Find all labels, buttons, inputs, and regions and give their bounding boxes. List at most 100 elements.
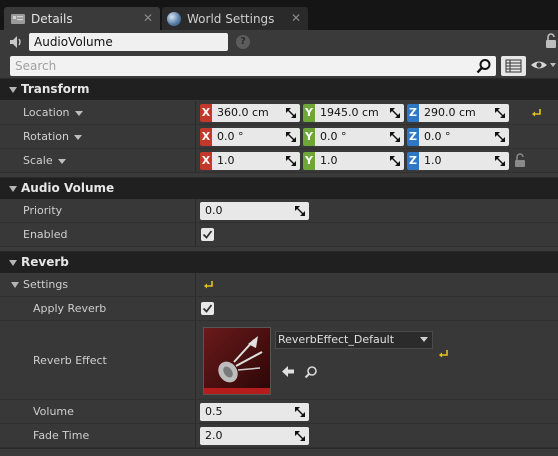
rotation-y-field[interactable]: 0.0 °: [315, 128, 404, 146]
property-label-priority: Priority: [23, 204, 63, 217]
location-z-field[interactable]: 290.0 cm: [419, 104, 509, 122]
details-panel: AudioVolume ? Search Transform Location …: [0, 30, 558, 456]
collapse-arrow-icon: [9, 186, 17, 192]
section-audio-volume[interactable]: Audio Volume: [0, 177, 558, 199]
reset-to-default-icon[interactable]: [532, 107, 542, 117]
tab-bar: Details ✕ World Settings ✕: [0, 0, 558, 30]
search-row: [0, 54, 558, 78]
column-divider[interactable]: [195, 149, 196, 172]
audio-volume-icon: [8, 34, 24, 50]
priority-field[interactable]: 0.0: [200, 202, 309, 220]
reverb-effect-combo[interactable]: ReverbEffect_Default: [275, 331, 433, 349]
reverb-effect-thumbnail-icon: [204, 328, 270, 394]
property-row-rotation: Rotation X 0.0 ° Y 0.0 ° Z 0.0 °: [0, 125, 558, 149]
rotation-x-field[interactable]: 0.0 °: [212, 128, 300, 146]
axis-y-label: Y: [303, 152, 315, 170]
property-label-rotation[interactable]: Rotation: [23, 130, 83, 143]
checkmark-icon: [202, 304, 213, 313]
column-divider[interactable]: [195, 125, 196, 148]
spin-arrows-icon: [286, 156, 296, 166]
rotation-z-field[interactable]: 0.0 °: [419, 128, 509, 146]
column-divider[interactable]: [195, 297, 196, 320]
scale-x-field[interactable]: 1.0: [212, 152, 300, 170]
axis-x-label: X: [200, 128, 212, 146]
lock-icon[interactable]: [514, 153, 526, 168]
property-label-settings: Settings: [23, 278, 69, 291]
reset-to-default-icon[interactable]: [204, 279, 214, 289]
panel-footer: [0, 448, 558, 456]
spin-arrows-icon: [390, 108, 400, 118]
eye-icon[interactable]: [530, 58, 556, 75]
axis-z-label: Z: [407, 104, 419, 122]
tab-details[interactable]: Details ✕: [4, 7, 160, 30]
section-title: Audio Volume: [21, 181, 115, 195]
property-row-volume: Volume 0.5: [0, 400, 558, 424]
search-box: [10, 56, 496, 76]
tab-world-settings-label: World Settings: [187, 11, 275, 26]
lock-icon[interactable]: [544, 33, 558, 52]
location-y-field[interactable]: 1945.0 cm: [315, 104, 404, 122]
grid-icon: [505, 59, 522, 73]
chevron-down-icon: [57, 158, 66, 164]
volume-field[interactable]: 0.5: [200, 403, 309, 421]
property-row-apply-reverb: Apply Reverb: [0, 297, 558, 321]
globe-icon: [167, 11, 181, 26]
collapse-arrow-icon: [9, 87, 17, 93]
axis-x-label: X: [200, 152, 212, 170]
spin-arrows-icon: [286, 132, 296, 142]
spin-arrows-icon: [286, 108, 296, 118]
column-divider[interactable]: [195, 223, 196, 246]
asset-thumbnail[interactable]: [203, 327, 271, 395]
close-icon[interactable]: ✕: [291, 11, 301, 25]
axis-y-label: Y: [303, 128, 315, 146]
property-row-settings: Settings: [0, 273, 558, 297]
section-reverb[interactable]: Reverb: [0, 251, 558, 273]
reset-to-default-icon[interactable]: [439, 348, 449, 358]
spin-arrows-icon: [295, 206, 305, 216]
help-icon[interactable]: ?: [236, 35, 250, 49]
spin-arrows-icon: [495, 132, 505, 142]
section-transform[interactable]: Transform: [0, 78, 558, 100]
axis-y-label: Y: [303, 104, 315, 122]
object-name-row: AudioVolume ?: [0, 30, 558, 54]
axis-z-label: Z: [407, 128, 419, 146]
axis-z-label: Z: [407, 152, 419, 170]
spin-arrows-icon: [390, 132, 400, 142]
fade-time-field[interactable]: 2.0: [200, 427, 309, 445]
property-label-apply-reverb: Apply Reverb: [33, 302, 107, 315]
property-row-priority: Priority 0.0: [0, 199, 558, 223]
tab-world-settings[interactable]: World Settings ✕: [162, 7, 308, 30]
column-divider[interactable]: [195, 400, 196, 423]
location-x-field[interactable]: 360.0 cm: [212, 104, 300, 122]
property-label-location[interactable]: Location: [23, 106, 83, 119]
spin-arrows-icon: [495, 108, 505, 118]
use-selected-arrow-icon[interactable]: [281, 365, 295, 378]
section-title: Reverb: [21, 255, 69, 269]
search-input[interactable]: [10, 56, 470, 76]
property-row-fade-time: Fade Time 2.0: [0, 424, 558, 448]
chevron-down-icon: [74, 110, 83, 116]
property-label-volume: Volume: [33, 405, 74, 418]
close-icon[interactable]: ✕: [143, 11, 153, 25]
column-divider[interactable]: [195, 424, 196, 447]
property-label-scale[interactable]: Scale: [23, 154, 66, 167]
scale-z-field[interactable]: 1.0: [419, 152, 509, 170]
property-matrix-button[interactable]: [501, 56, 526, 76]
collapse-arrow-icon[interactable]: [11, 282, 19, 288]
spin-arrows-icon: [295, 431, 305, 441]
column-divider[interactable]: [195, 101, 196, 124]
enabled-checkbox[interactable]: [201, 228, 214, 241]
column-divider[interactable]: [195, 273, 196, 296]
chevron-down-icon: [420, 337, 428, 342]
scale-y-field[interactable]: 1.0: [315, 152, 404, 170]
object-name-field[interactable]: AudioVolume: [29, 33, 228, 51]
apply-reverb-checkbox[interactable]: [201, 302, 214, 315]
property-label-reverb-effect: Reverb Effect: [33, 354, 107, 367]
property-label-fade-time: Fade Time: [33, 429, 90, 442]
property-label-enabled: Enabled: [23, 228, 68, 241]
column-divider[interactable]: [195, 199, 196, 222]
search-icon[interactable]: [476, 58, 492, 77]
browse-search-icon[interactable]: [304, 365, 318, 379]
column-divider[interactable]: [195, 321, 196, 399]
details-icon: [11, 13, 25, 25]
